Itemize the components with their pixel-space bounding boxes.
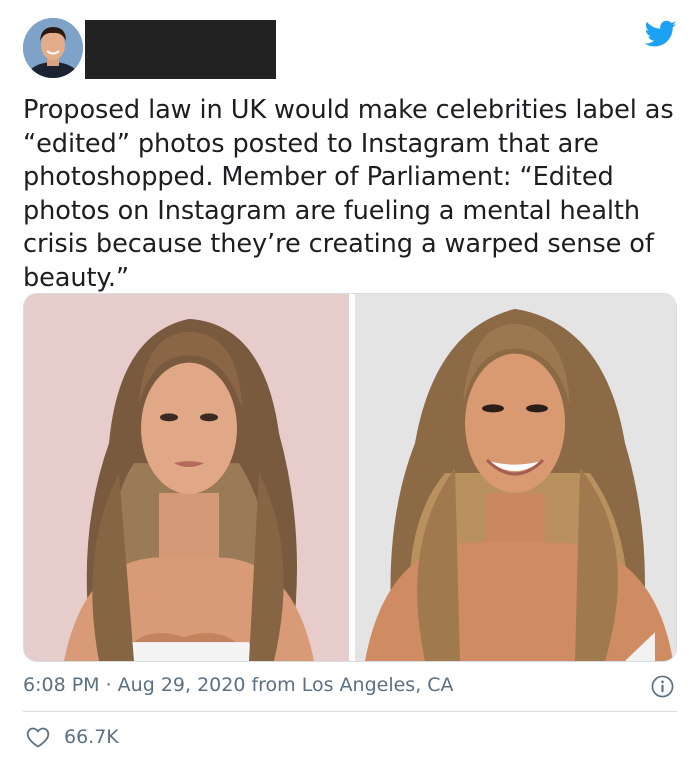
info-icon[interactable] bbox=[651, 675, 674, 698]
avatar[interactable] bbox=[23, 18, 83, 78]
photo-edited[interactable] bbox=[355, 294, 676, 661]
like-action[interactable]: 66.7K bbox=[26, 726, 119, 748]
tweet-text: Proposed law in UK would make celebritie… bbox=[23, 95, 674, 293]
like-count: 66.7K bbox=[64, 726, 119, 748]
photo-original[interactable] bbox=[24, 294, 349, 661]
divider bbox=[23, 711, 677, 712]
redacted-username bbox=[85, 20, 276, 79]
tweet-timestamp[interactable]: 6:08 PM · Aug 29, 2020 from Los Angeles,… bbox=[23, 674, 454, 696]
twitter-bird-icon bbox=[645, 20, 677, 47]
heart-icon[interactable] bbox=[26, 726, 50, 748]
tweet-media[interactable] bbox=[23, 293, 677, 662]
